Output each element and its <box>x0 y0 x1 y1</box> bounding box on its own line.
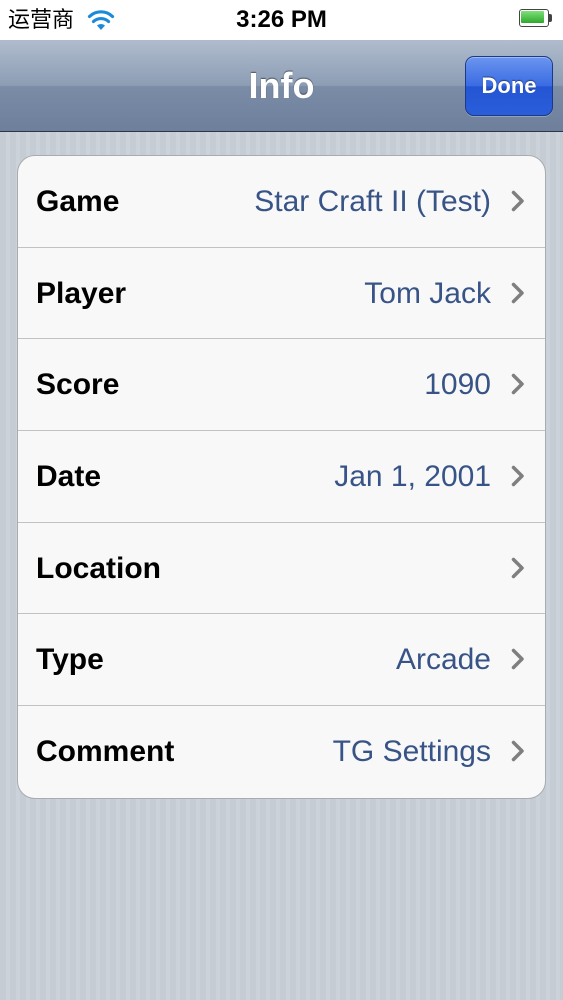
table-row-type[interactable]: Type Arcade <box>18 614 545 707</box>
row-value: Jan 1, 2001 <box>334 460 491 494</box>
navigation-bar: Info Done <box>0 40 563 132</box>
battery-icon <box>519 9 553 29</box>
row-label: Location <box>36 551 161 585</box>
status-bar: 运营商 3:26 PM <box>0 0 563 40</box>
chevron-right-icon <box>511 282 524 303</box>
row-value: Arcade <box>395 643 491 677</box>
row-value: Star Craft II (Test) <box>254 185 491 218</box>
row-value: TG Settings <box>332 735 491 769</box>
row-label: Type <box>36 643 104 677</box>
row-label: Date <box>36 460 102 494</box>
row-label: Game <box>36 185 120 218</box>
row-value: Tom Jack <box>364 276 491 310</box>
chevron-right-icon <box>511 649 524 670</box>
table-row-game[interactable]: Game Star Craft II (Test) <box>18 156 545 248</box>
row-value: 1090 <box>424 368 491 402</box>
chevron-right-icon <box>511 374 524 395</box>
info-table: Game Star Craft II (Test) Player Tom Jack Sc… <box>17 155 546 799</box>
chevron-right-icon <box>511 465 524 487</box>
done-button[interactable]: Done <box>465 56 553 116</box>
table-row-date[interactable]: Date Jan 1, 2001 <box>18 431 545 523</box>
table-row-player[interactable]: Player Tom Jack <box>18 248 545 340</box>
table-row-comment[interactable]: Comment TG Settings <box>18 706 545 798</box>
row-label: Score <box>36 368 120 402</box>
table-row-score[interactable]: Score 1090 <box>18 339 545 432</box>
row-label: Player <box>36 276 127 310</box>
row-label: Comment <box>36 735 175 769</box>
chevron-right-icon <box>511 740 524 762</box>
chevron-right-icon <box>511 557 524 578</box>
status-time: 3:26 PM <box>236 6 327 33</box>
table-row-location[interactable]: Location <box>18 523 545 615</box>
screen: 运营商 3:26 PM Info Done Game Star Craft II … <box>0 0 563 1000</box>
chevron-right-icon <box>511 190 524 212</box>
